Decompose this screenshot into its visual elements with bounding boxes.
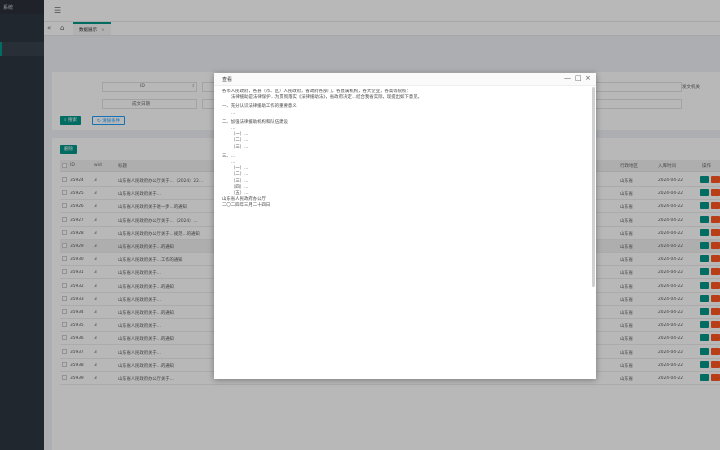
dialog-content: 各市人民政府，各县（市、区）人民政府，省政府各部门，各直属机构，各大企业，各高等… (222, 89, 586, 375)
dialog-title: 查看 (222, 77, 233, 83)
dialog-scrollbar[interactable] (592, 87, 595, 287)
close-icon[interactable]: × (585, 74, 591, 82)
dialog-header[interactable]: 查看 — □ × (214, 73, 596, 86)
view-dialog: 查看 — □ × 各市人民政府，各县（市、区）人民政府，省政府各部门，各直属机构… (214, 73, 596, 379)
dialog-paragraph: 法律援助是法律保护…为贯彻落实《法律援助法》，省政府决定…结合我省实际，现提出如… (231, 95, 422, 101)
dialog-paragraph: … (231, 110, 236, 116)
maximize-icon[interactable]: □ (575, 74, 582, 82)
dialog-paragraph: 二〇二四年三月二十四日 (222, 203, 271, 209)
minimize-icon[interactable]: — (564, 74, 571, 82)
dialog-paragraph: （三）… (231, 144, 249, 150)
